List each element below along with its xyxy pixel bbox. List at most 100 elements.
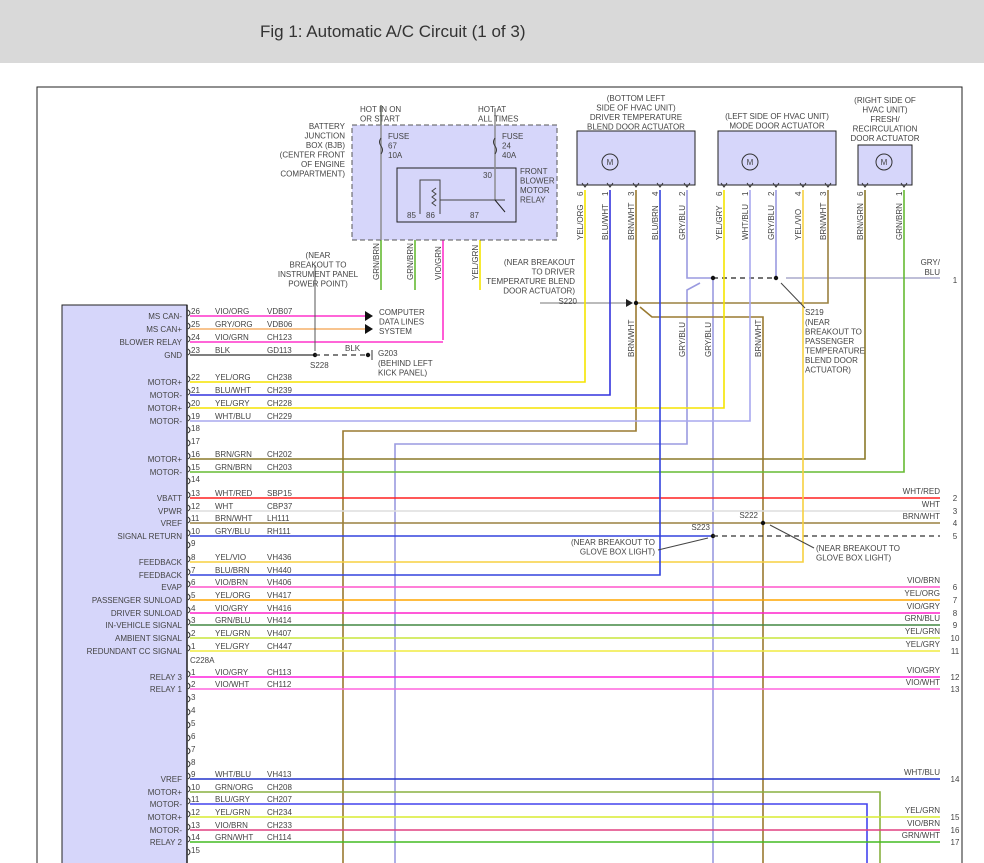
wire-color-label: YEL/VIO — [215, 553, 246, 562]
relay-label: FRONT — [520, 167, 548, 176]
s223-leader — [657, 537, 709, 551]
gry-blu-wire — [686, 190, 713, 279]
g203-id: G203 — [378, 349, 398, 358]
circuit-id: CH202 — [267, 450, 292, 459]
pin-terminal — [187, 348, 191, 356]
pin-number: 1 — [191, 668, 196, 677]
circuit-id: VH440 — [267, 566, 292, 575]
pin-number: 20 — [191, 399, 200, 408]
s219-note: BREAKOUT TO — [805, 328, 862, 337]
motor-label: M — [881, 158, 888, 167]
s228-note: POWER POINT) — [288, 280, 348, 289]
pin-number: 6 — [856, 191, 865, 196]
wire-end-number: 3 — [953, 507, 958, 516]
fresh-actuator-label: FRESH/ — [870, 115, 900, 124]
pin-terminal — [187, 670, 191, 678]
ground-wire-label: BLK — [345, 344, 361, 353]
s222-dot — [760, 520, 766, 526]
wire-color-label: GRY/BLU — [678, 205, 687, 240]
arrow-icon — [365, 324, 373, 334]
pin-number: 11 — [191, 514, 200, 523]
fuse-67-label: 67 — [388, 142, 397, 151]
wire-color-label: BRN/WHT — [754, 320, 763, 357]
wire-color-label: GRN/BRN — [406, 243, 415, 280]
wire-color-label: VIO/ORG — [215, 307, 249, 316]
hot-at-all-times-label: ALL TIMES — [478, 115, 518, 124]
pin-number: 3 — [627, 191, 636, 196]
pin-number: 1 — [601, 191, 610, 196]
wire-color-label: YEL/ORG — [215, 373, 251, 382]
pin-number: 15 — [191, 846, 200, 855]
pin-function: MOTOR- — [150, 391, 183, 400]
s228-note: INSTRUMENT PANEL — [278, 270, 359, 279]
wire-color-label: VIO/GRY — [215, 668, 249, 677]
pin-function: FEEDBACK — [139, 558, 183, 567]
wire-color-label: BLU/BRN — [651, 205, 660, 240]
relay-pin: 85 — [407, 211, 416, 220]
wire-color-label: BLU/WHT — [601, 204, 610, 240]
fuse-67-label: 10A — [388, 151, 403, 160]
pin-function: MOTOR- — [150, 826, 183, 835]
wire-color-label: YEL/GRY — [715, 205, 724, 240]
s220-note: TEMPERATURE BLEND — [486, 277, 575, 286]
s220-dot — [633, 300, 639, 306]
driver-temp-blend-door-actuator — [576, 130, 696, 186]
pin-number: 2 — [767, 191, 776, 196]
pin-terminal — [187, 593, 191, 601]
pin-terminal — [187, 401, 191, 409]
g203-dot — [365, 352, 371, 358]
motor-label: M — [607, 158, 614, 167]
pin-number: 1 — [741, 191, 750, 196]
pin-function: IN-VEHICLE SIGNAL — [106, 621, 183, 630]
pin-terminal — [187, 734, 191, 742]
circuit-id: LH111 — [267, 514, 290, 523]
pin-terminal — [187, 439, 191, 447]
pin-number: 6 — [576, 191, 585, 196]
wire-end-number: 7 — [953, 596, 958, 605]
wire-color-label: GRN/BRN — [895, 203, 904, 240]
relay-pin: 30 — [483, 171, 492, 180]
pin-terminal — [187, 516, 191, 524]
pin-function: GND — [164, 351, 182, 360]
fuse-24-label: 40A — [502, 151, 517, 160]
pin-number: 3 — [191, 616, 196, 625]
wire-end-number: 17 — [951, 838, 960, 847]
s219-note: BLEND DOOR — [805, 356, 858, 365]
driver-actuator-label: (BOTTOM LEFT — [607, 94, 666, 103]
pin-function: MOTOR- — [150, 417, 183, 426]
circuit-id: CH228 — [267, 399, 292, 408]
circuit-id: CH114 — [267, 833, 292, 842]
brn-wht-wire — [636, 190, 829, 304]
s219-note: (NEAR — [805, 318, 830, 327]
pin-function: MS CAN+ — [146, 325, 182, 334]
fuse-24-label: 24 — [502, 142, 511, 151]
circuit-id: VH413 — [267, 770, 292, 779]
circuit-id: CH208 — [267, 783, 292, 792]
pin-function: FEEDBACK — [139, 571, 183, 580]
pin-number: 13 — [191, 489, 200, 498]
s222-note: (NEAR BREAKOUT TO — [816, 544, 900, 553]
wire-end-label: GRN/WHT — [902, 831, 940, 840]
arrow-icon — [365, 311, 373, 321]
pin-number: 25 — [191, 320, 200, 329]
s219-note: ACTUATOR) — [805, 366, 851, 375]
wire-end-label: GRN/BLU — [904, 614, 940, 623]
pin-number: 23 — [191, 346, 200, 355]
bjb-label: (CENTER FRONT — [280, 151, 345, 160]
pin-function: RELAY 1 — [150, 685, 183, 694]
circuit-id: VDB07 — [267, 307, 293, 316]
pin-terminal — [187, 335, 191, 343]
motor-label: M — [747, 158, 754, 167]
pin-terminal — [187, 823, 191, 831]
pin-number: 26 — [191, 307, 200, 316]
pin-terminal — [187, 568, 191, 576]
circuit-id: CH207 — [267, 795, 292, 804]
bjb-label: COMPARTMENT) — [280, 170, 345, 179]
pin-function: MOTOR+ — [148, 455, 183, 464]
relay-label: MOTOR — [520, 186, 550, 195]
pin-number: 7 — [191, 566, 196, 575]
wire-end-number: 12 — [951, 673, 960, 682]
wire-color-label: GRN/WHT — [215, 833, 253, 842]
wire-color-label: GRY/BLU — [704, 322, 713, 357]
bjb-label: OF ENGINE — [301, 160, 345, 169]
